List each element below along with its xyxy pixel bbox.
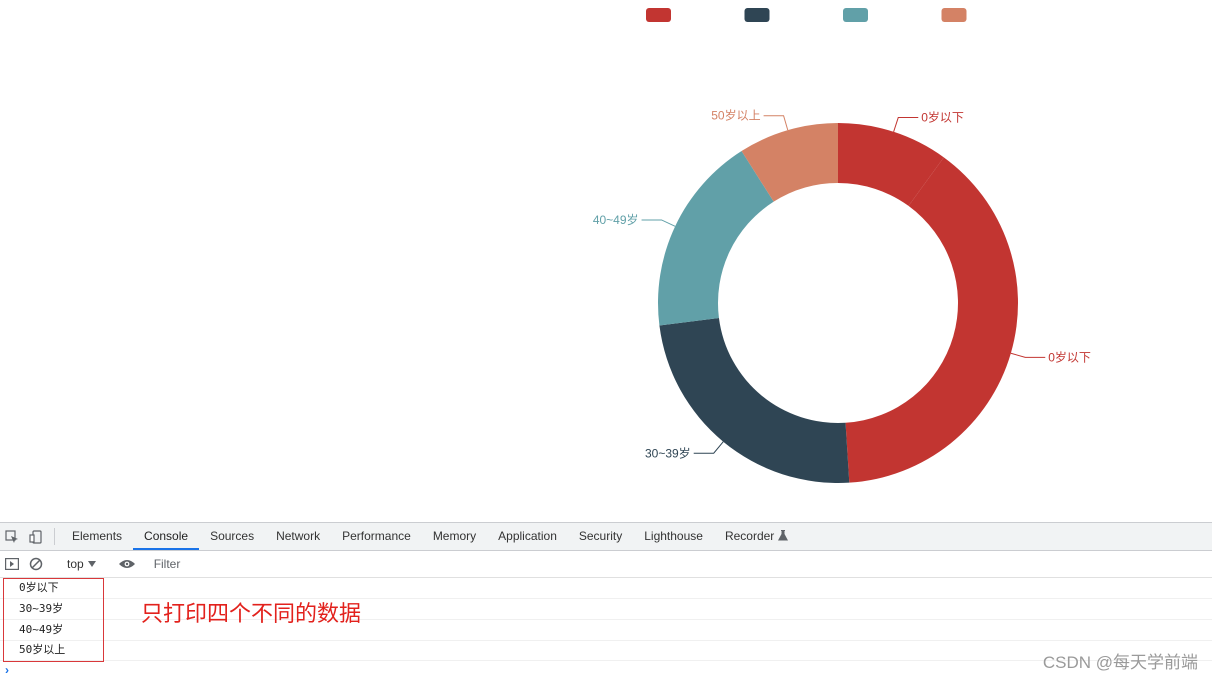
console-message: 50岁以上 [0,640,1212,661]
tab-recorder-label: Recorder [724,528,775,543]
tab-recorder[interactable]: Recorder [714,523,799,550]
slice-label: 40~49岁 [593,212,639,227]
tab-console[interactable]: Console [133,523,200,550]
tab-network[interactable]: Network [265,523,331,550]
annotation-text: 只打印四个不同的数据 [141,601,362,626]
slice-label: 50岁以上 [711,108,760,123]
slice-label: 0岁以下 [1048,349,1091,364]
slice-label: 0岁以下 [921,110,964,125]
label-leader-line [641,219,676,227]
pie-slice[interactable] [845,157,1019,483]
context-select-value: top [67,557,84,571]
highlight-box [3,578,104,662]
legend-swatch[interactable] [843,8,868,22]
legend-swatch[interactable] [744,8,770,22]
console-toolbar: top [0,551,1212,578]
tab-performance[interactable]: Performance [331,523,422,550]
page: 0岁以下 0岁以下 30~39岁 40~49岁 50岁以上 Elements Conso… [0,0,1212,678]
label-leader-line [763,115,789,131]
flask-icon [778,530,789,541]
toolbar-divider [54,528,55,545]
label-leader-line [693,441,724,454]
donut-chart: 0岁以下 0岁以下 30~39岁 40~49岁 50岁以上 [593,8,1091,483]
context-select[interactable]: top [61,557,102,571]
sidebar-toggle-icon[interactable] [0,558,24,570]
device-toolbar-icon[interactable] [24,523,48,550]
tab-memory[interactable]: Memory [422,523,487,550]
slice-label: 30~39岁 [645,445,691,460]
clear-console-icon[interactable] [24,557,48,571]
live-expression-eye-icon[interactable] [115,559,139,569]
inspect-element-icon[interactable] [0,523,24,550]
console-filter-input[interactable] [151,553,456,575]
tab-elements[interactable]: Elements [61,523,133,550]
chart-legend [646,8,967,22]
pie-slice[interactable] [658,151,774,326]
dropdown-arrow-icon [87,561,96,567]
legend-swatch[interactable] [941,8,967,22]
legend-swatch[interactable] [646,8,671,22]
tab-lighthouse[interactable]: Lighthouse [633,523,714,550]
label-leader-line [893,117,919,132]
watermark: CSDN @每天学前端 [1042,653,1198,672]
devtools-panel: Elements Console Sources Network Perform… [0,522,1212,678]
console-prompt-icon[interactable]: › [5,663,9,677]
tab-sources[interactable]: Sources [199,523,265,550]
tab-application[interactable]: Application [487,523,568,550]
tab-security[interactable]: Security [568,523,633,550]
devtools-tabbar: Elements Console Sources Network Perform… [0,523,1212,551]
console-output: 0岁以下 30~39岁 40~49岁 50岁以上 只打印四个不同的数据 › CS… [0,578,1212,678]
label-leader-line [1010,352,1046,358]
chart-slices [658,123,1019,483]
